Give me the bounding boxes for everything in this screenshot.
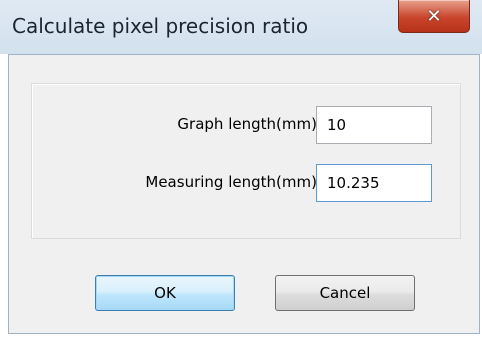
graph-length-input[interactable] <box>316 106 432 144</box>
close-icon: ✕ <box>426 5 442 27</box>
input-group: Graph length(mm): Measuring length(mm): <box>31 83 461 239</box>
close-button[interactable]: ✕ <box>398 0 470 33</box>
dialog-content: Graph length(mm): Measuring length(mm): … <box>8 54 480 334</box>
cancel-button[interactable]: Cancel <box>275 275 415 311</box>
window-title: Calculate pixel precision ratio <box>12 14 309 38</box>
graph-length-label: Graph length(mm): <box>177 115 322 133</box>
calculate-pixel-precision-dialog: Calculate pixel precision ratio ✕ Graph … <box>0 0 482 338</box>
measuring-length-label: Measuring length(mm): <box>145 173 322 191</box>
ok-button[interactable]: OK <box>95 275 235 311</box>
measuring-length-input[interactable] <box>316 164 432 202</box>
title-bar[interactable]: Calculate pixel precision ratio ✕ <box>0 0 482 54</box>
